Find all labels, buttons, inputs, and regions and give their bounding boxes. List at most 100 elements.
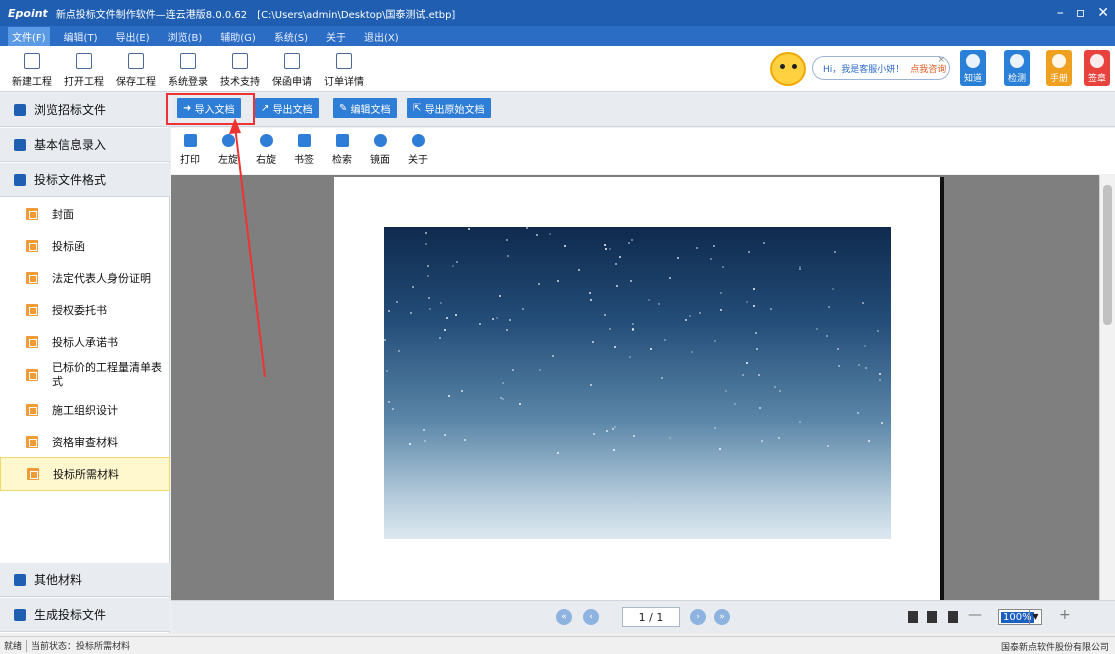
zoom-in-button[interactable]: + xyxy=(1059,607,1071,623)
sidebar-item-cover[interactable]: 封面 xyxy=(0,201,170,227)
menu-export[interactable]: 导出(E) xyxy=(111,27,153,46)
bookmark-button[interactable]: 书签 xyxy=(289,134,319,166)
vertical-scrollbar[interactable] xyxy=(1099,175,1115,600)
star-dot xyxy=(538,368,541,371)
star-dot xyxy=(424,231,427,234)
star-dot xyxy=(447,394,450,397)
star-dot xyxy=(719,447,722,450)
assistant-bubble[interactable]: Hi，我是客服小妍！ 点我咨询 × xyxy=(812,55,950,80)
star-dot xyxy=(879,378,882,381)
quick-check-button[interactable]: 检测 xyxy=(1004,50,1030,86)
eye-icon xyxy=(14,103,26,116)
sidebar-section-format[interactable]: 投标文件格式 xyxy=(0,163,170,197)
star-dot xyxy=(591,341,594,344)
print-button[interactable]: 打印 xyxy=(175,134,205,166)
sidebar-item-qualification[interactable]: 资格审查材料 xyxy=(0,429,170,455)
menu-about[interactable]: 关于 xyxy=(322,27,350,46)
double-page-icon[interactable] xyxy=(927,611,937,623)
guarantee-apply-button[interactable]: 保函申请 xyxy=(266,49,318,91)
minimize-button[interactable]: – xyxy=(1057,5,1064,21)
restore-button[interactable]: ▫ xyxy=(1076,5,1086,21)
manual-icon xyxy=(1052,54,1066,68)
zoom-out-button[interactable]: — xyxy=(968,607,982,623)
star-dot xyxy=(856,411,859,414)
new-project-button[interactable]: 新建工程 xyxy=(6,49,58,91)
save-project-button[interactable]: 保存工程 xyxy=(110,49,162,91)
bubble-close-icon[interactable]: × xyxy=(937,55,945,65)
about-label: 关于 xyxy=(408,155,428,166)
export-document-button[interactable]: ↗ 导出文档 xyxy=(255,98,319,118)
quick-sign-button[interactable]: 签章 xyxy=(1084,50,1110,86)
menu-file[interactable]: 文件(F) xyxy=(8,26,50,46)
printer-icon xyxy=(183,134,197,147)
quick-manual-button[interactable]: 手册 xyxy=(1046,50,1072,86)
export-icon: ↗ xyxy=(261,102,273,114)
star-dot xyxy=(669,437,672,440)
window-title: 新点投标文件制作软件—连云港版8.0.0.62 xyxy=(55,9,248,21)
export-original-button[interactable]: ⇱ 导出原始文档 xyxy=(407,98,491,118)
menu-browse[interactable]: 浏览(B) xyxy=(164,27,207,46)
order-detail-button[interactable]: 订单详情 xyxy=(318,49,370,91)
sidebar-item-commitment[interactable]: 投标人承诺书 xyxy=(0,329,170,355)
star-dot xyxy=(834,251,837,254)
menu-exit[interactable]: 退出(X) xyxy=(360,27,403,46)
tech-support-label: 技术支持 xyxy=(220,77,260,88)
new-project-icon xyxy=(24,53,40,69)
annotation-highlight-box xyxy=(166,93,255,125)
sidebar-item-bill-quantities[interactable]: 已标价的工程量清单表式 xyxy=(0,359,170,391)
rotate-left-button[interactable]: 左旋 xyxy=(213,134,243,166)
menu-assist[interactable]: 辅助(G) xyxy=(216,27,260,46)
quick-know-button[interactable]: 知道 xyxy=(960,50,986,86)
star-dot xyxy=(631,238,633,241)
assistant-avatar-icon[interactable] xyxy=(770,52,806,86)
star-dot xyxy=(696,246,698,249)
star-dot xyxy=(502,397,505,400)
section-label-browse: 浏览招标文件 xyxy=(34,103,107,117)
first-page-button[interactable]: « xyxy=(556,609,572,625)
open-project-button[interactable]: 打开工程 xyxy=(58,49,110,91)
star-dot xyxy=(423,440,426,443)
menu-system[interactable]: 系统(S) xyxy=(270,27,312,46)
star-dot xyxy=(719,309,722,312)
menu-edit[interactable]: 编辑(T) xyxy=(60,27,102,46)
fit-page-icon[interactable] xyxy=(948,611,958,623)
last-page-button[interactable]: » xyxy=(714,609,730,625)
close-button[interactable]: ✕ xyxy=(1097,5,1109,21)
sidebar-section-generate[interactable]: 生成投标文件 xyxy=(0,598,170,632)
star-dot xyxy=(676,257,679,260)
sidebar-item-required-materials[interactable]: 投标所需材料 xyxy=(0,457,170,491)
sidebar-item-authorization[interactable]: 授权委托书 xyxy=(0,297,170,323)
section-label-basic: 基本信息录入 xyxy=(34,138,107,152)
bookmark-label: 书签 xyxy=(294,155,314,166)
search-button[interactable]: 检索 xyxy=(327,134,357,166)
star-dot xyxy=(691,351,694,354)
document-icon xyxy=(26,369,38,381)
single-page-icon[interactable] xyxy=(908,611,918,623)
sidebar-section-basic[interactable]: 基本信息录入 xyxy=(0,128,170,162)
menu-bar: 文件(F) 编辑(T) 导出(E) 浏览(B) 辅助(G) 系统(S) 关于 退… xyxy=(0,26,1115,46)
document-canvas[interactable] xyxy=(171,175,1115,600)
prev-page-button[interactable]: ‹ xyxy=(583,609,599,625)
page-number-input[interactable]: 1 / 1 xyxy=(622,607,680,627)
mirror-button[interactable]: 镜面 xyxy=(365,134,395,166)
rotate-right-icon xyxy=(259,134,273,147)
about-button[interactable]: 关于 xyxy=(403,134,433,166)
system-login-button[interactable]: 系统登录 xyxy=(162,49,214,91)
rotate-right-button[interactable]: 右旋 xyxy=(251,134,281,166)
star-dot xyxy=(777,437,780,440)
scrollbar-thumb[interactable] xyxy=(1103,185,1112,325)
tech-support-button[interactable]: 技术支持 xyxy=(214,49,266,91)
sidebar-section-browse[interactable]: 浏览招标文件 xyxy=(0,93,170,127)
next-page-button[interactable]: › xyxy=(690,609,706,625)
star-dot xyxy=(396,301,399,304)
document-icon xyxy=(26,208,38,220)
sidebar-item-legal-rep[interactable]: 法定代表人身份证明 xyxy=(0,265,170,291)
star-dot xyxy=(609,247,612,250)
sidebar-item-construction-plan[interactable]: 施工组织设计 xyxy=(0,397,170,423)
zoom-select[interactable]: 100% ▼ xyxy=(998,609,1042,625)
star-dot xyxy=(592,432,595,435)
edit-document-button[interactable]: ✎ 编辑文档 xyxy=(333,98,397,118)
sidebar-item-bid-letter[interactable]: 投标函 xyxy=(0,233,170,259)
star-dot xyxy=(748,250,751,253)
sidebar-section-other[interactable]: 其他材料 xyxy=(0,563,170,597)
